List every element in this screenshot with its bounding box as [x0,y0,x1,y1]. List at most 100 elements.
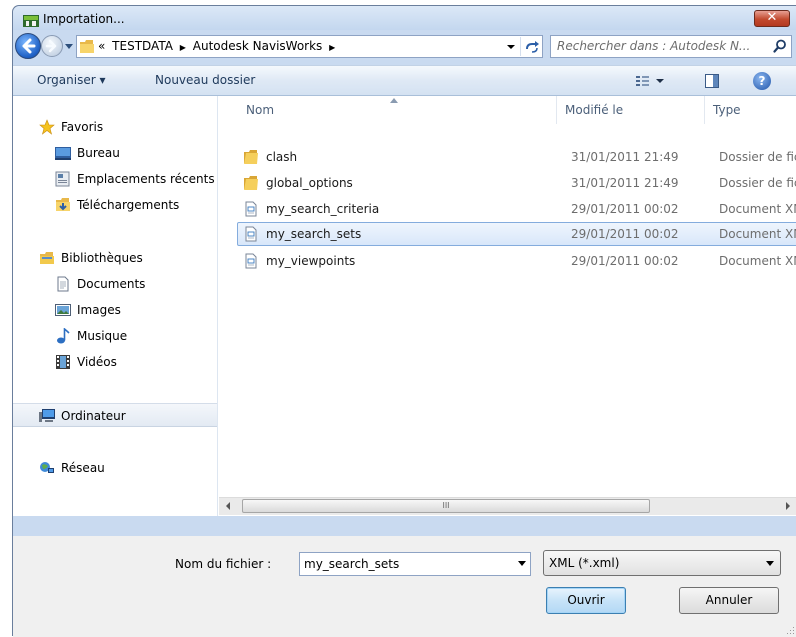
file-name: my_search_criteria [266,202,380,216]
recent-places-icon [55,171,70,187]
nav-item-emplacements-recents[interactable]: Emplacements récents [13,167,217,191]
nav-item-videos[interactable]: Vidéos [13,350,217,374]
file-date: 31/01/2011 21:49 [571,176,679,190]
nav-label: Favoris [61,120,104,134]
breadcrumb-item-testdata[interactable]: TESTDATA [112,39,173,53]
refresh-button[interactable] [520,37,543,56]
file-type-value: XML (*.xml) [549,556,620,570]
file-type-select[interactable]: XML (*.xml) [543,550,781,576]
scroll-left-icon[interactable] [225,502,231,510]
nav-label: Documents [77,277,146,291]
nav-label: Emplacements récents [77,172,215,186]
folder-icon [244,176,258,190]
folder-icon [80,40,94,53]
file-row-clash[interactable]: clash 31/01/2011 21:49 Dossier de fichie… [219,145,796,169]
nav-label: Vidéos [77,355,117,369]
file-name: my_viewpoints [266,254,356,268]
preview-pane-icon[interactable] [705,74,719,88]
window-title: Importation... [43,12,125,26]
scroll-right-icon[interactable] [785,502,791,510]
back-button[interactable] [15,33,41,59]
breadcrumb-separator-icon[interactable]: ▶ [180,43,186,52]
close-button[interactable]: ✕ [754,10,790,27]
column-headers: Nom Modifié le Type [219,96,796,124]
column-label: Modifié le [565,103,624,117]
breadcrumb-overflow[interactable]: « [98,39,105,53]
back-arrow-icon [22,38,36,54]
search-input[interactable]: Rechercher dans : Autodesk N... [557,39,750,53]
filename-combobox[interactable]: my_search_sets [299,552,531,576]
file-date: 29/01/2011 00:02 [571,227,679,241]
desktop-icon [55,147,71,160]
documents-icon [57,276,69,292]
file-date: 31/01/2011 21:49 [571,150,679,164]
help-button[interactable]: ? [753,72,771,90]
title-bar: Importation... ✕ [13,6,796,30]
navisworks-app-icon [23,15,39,27]
file-name: clash [266,150,298,164]
resize-grip-icon[interactable] [785,625,795,635]
file-type: Document XML [719,254,796,268]
recent-pages-dropdown-icon[interactable] [64,39,74,53]
nav-item-ordinateur[interactable]: Ordinateur [13,403,217,427]
breadcrumb-separator-icon[interactable]: ▶ [329,43,335,52]
file-type: Dossier de fichiers [719,150,796,164]
nav-item-reseau[interactable]: Réseau [13,456,217,480]
column-header-type[interactable]: Type [705,96,796,124]
nav-item-telechargements[interactable]: Téléchargements [13,193,217,217]
videos-icon [56,355,70,369]
nav-item-documents[interactable]: Documents [13,272,217,296]
star-icon [39,119,55,135]
nav-item-favoris[interactable]: Favoris [13,115,217,139]
downloads-icon [56,198,70,211]
filename-input[interactable]: my_search_sets [304,557,399,571]
chevron-down-icon[interactable] [518,561,526,566]
column-header-name[interactable]: Nom [219,96,557,124]
address-history-dropdown-icon[interactable] [505,40,517,53]
music-icon [57,328,70,344]
address-bar[interactable]: « TESTDATA ▶ Autodesk NavisWorks ▶ [76,35,543,58]
navigation-bar: « TESTDATA ▶ Autodesk NavisWorks ▶ Reche… [13,30,796,65]
change-view-icon[interactable] [635,74,665,88]
cancel-button[interactable]: Annuler [679,587,779,614]
dialog-body: Favoris Bureau Emplacements récents Télé… [13,96,796,516]
scrollbar-thumb[interactable]: III [242,499,650,513]
close-icon: ✕ [766,10,778,25]
file-row-global-options[interactable]: global_options 31/01/2011 21:49 Dossier … [219,171,796,195]
nav-label: Réseau [61,461,105,475]
help-icon: ? [758,74,766,88]
nav-item-bibliotheques[interactable]: Bibliothèques [13,246,217,270]
file-type: Dossier de fichiers [719,176,796,190]
folder-icon [244,150,258,164]
nav-item-musique[interactable]: Musique [13,324,217,348]
sort-ascending-icon [390,98,398,103]
organise-menu-button[interactable]: Organiser ▾ [37,73,105,87]
scrollbar-grip: III [442,501,450,510]
forward-button[interactable] [41,35,63,57]
column-label: Nom [246,103,275,117]
nav-label: Ordinateur [61,409,126,423]
dialog-footer: Nom du fichier : my_search_sets XML (*.x… [13,536,796,637]
new-folder-button[interactable]: Nouveau dossier [155,73,255,87]
file-row-my-search-criteria[interactable]: my_search_criteria 29/01/2011 00:02 Docu… [219,197,796,221]
breadcrumb-item-autodesk-navisworks[interactable]: Autodesk NavisWorks [193,39,323,53]
file-date: 29/01/2011 00:02 [571,202,679,216]
file-type: Document XML [719,227,796,241]
nav-label: Images [77,303,121,317]
search-box[interactable]: Rechercher dans : Autodesk N... [550,35,792,58]
column-header-modified[interactable]: Modifié le [557,96,705,124]
file-row-my-viewpoints[interactable]: my_viewpoints 29/01/2011 00:02 Document … [219,249,796,273]
chevron-down-icon [766,561,774,566]
xml-document-icon [245,226,257,242]
horizontal-scrollbar[interactable]: III [219,497,796,515]
nav-label: Téléchargements [77,198,180,212]
nav-item-bureau[interactable]: Bureau [13,141,217,165]
open-button[interactable]: Ouvrir [546,587,626,614]
images-icon [55,304,71,316]
file-open-dialog: Importation... ✕ « TESTDATA ▶ Autodesk N… [12,5,796,637]
nav-item-images[interactable]: Images [13,298,217,322]
search-icon[interactable] [773,39,787,53]
file-row-my-search-sets[interactable]: my_search_sets 29/01/2011 00:02 Document… [237,222,796,246]
file-name: global_options [266,176,353,190]
computer-icon [39,409,55,422]
